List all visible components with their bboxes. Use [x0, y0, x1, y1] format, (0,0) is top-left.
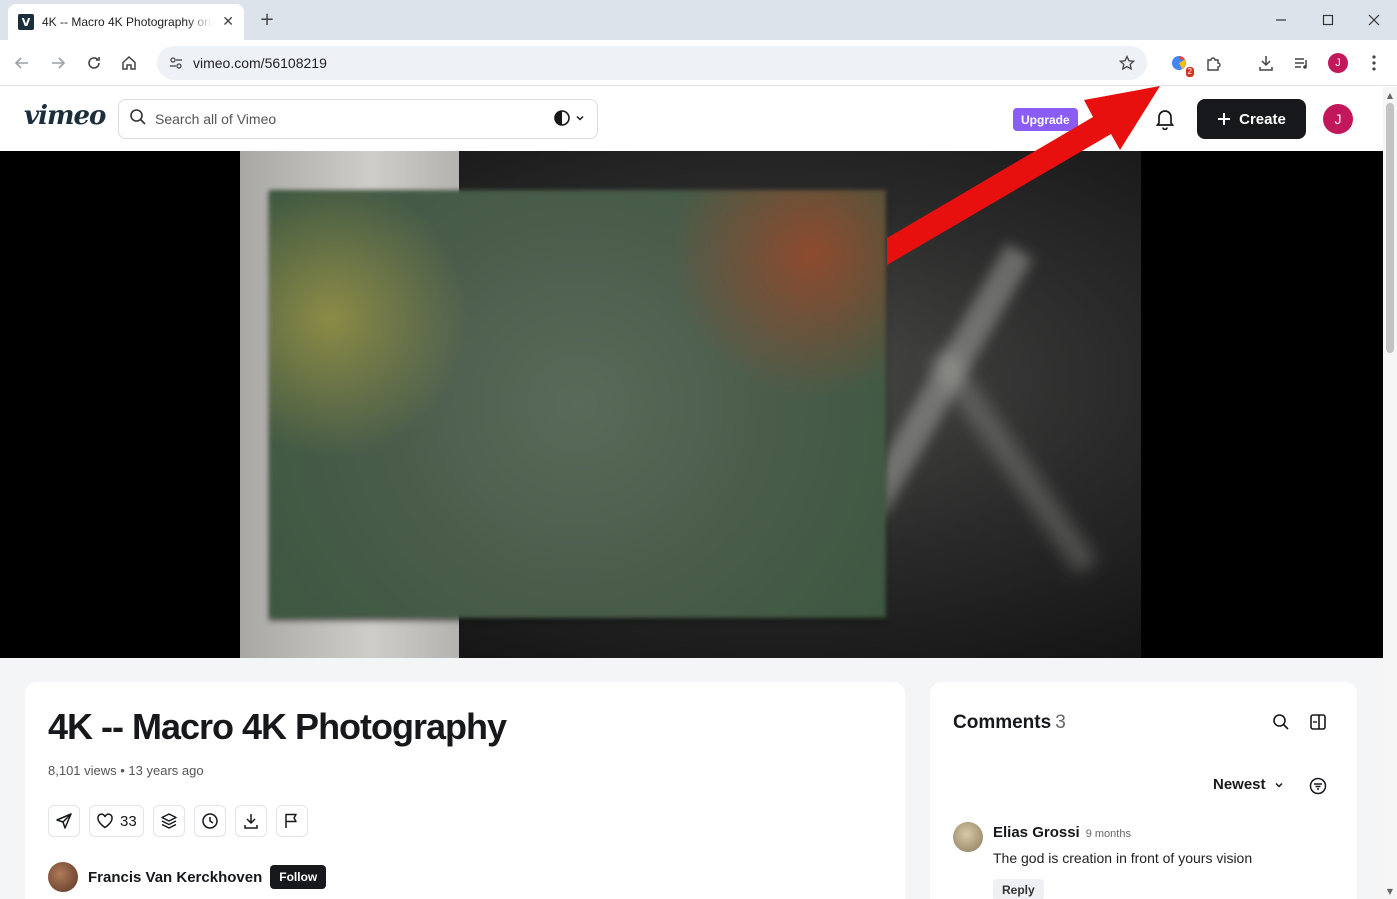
like-button[interactable]: 33 [89, 805, 144, 837]
comments-count: 3 [1055, 712, 1066, 733]
share-button[interactable] [48, 805, 80, 837]
maximize-window-icon[interactable] [1318, 10, 1338, 30]
reply-button[interactable]: Reply [993, 879, 1044, 899]
video-meta: 8,101 views • 13 years ago [48, 763, 204, 778]
add-to-collection-button[interactable] [152, 805, 185, 837]
vimeo-favicon-icon: V [18, 14, 34, 30]
panel-layout-icon[interactable] [1307, 711, 1329, 733]
comment-author[interactable]: Elias Grossi [993, 824, 1080, 841]
search-scope-dropdown[interactable] [553, 109, 585, 127]
comment-time: 9 months [1085, 828, 1131, 840]
author-name[interactable]: Francis Van Kerckhoven [88, 869, 262, 886]
bell-icon[interactable] [1153, 107, 1177, 131]
media-controls-icon[interactable] [1291, 52, 1313, 74]
create-label: Create [1239, 110, 1286, 128]
new-tab-button[interactable]: + [256, 8, 278, 30]
address-bar[interactable]: vimeo.com/56108219 [157, 46, 1147, 80]
plus-icon [1218, 113, 1231, 125]
site-settings-icon[interactable] [165, 52, 187, 74]
scroll-down-arrow-icon[interactable]: ▼ [1385, 886, 1395, 896]
watch-later-button[interactable] [193, 805, 226, 837]
browser-tab[interactable]: V 4K -- Macro 4K Photography on Vimeo ✕ [8, 4, 244, 40]
vimeo-logo[interactable]: vimeo [24, 101, 106, 131]
minimize-window-icon[interactable] [1271, 10, 1291, 30]
comments-heading: Comments 3 [953, 712, 1066, 734]
tab-close-icon[interactable]: ✕ [222, 14, 234, 30]
extensions-puzzle-icon[interactable] [1203, 52, 1225, 74]
download-button[interactable] [234, 805, 267, 837]
commenter-avatar[interactable] [953, 822, 983, 852]
blurred-thumbnail-overlay [269, 190, 886, 618]
send-icon [56, 813, 72, 829]
extension-icon[interactable]: 2 [1168, 52, 1194, 77]
author-avatar[interactable] [48, 862, 78, 892]
video-info-card: 4K -- Macro 4K Photography 8,101 views •… [25, 682, 905, 899]
bookmark-star-icon[interactable] [1117, 53, 1137, 73]
comments-panel: Comments 3 Newest Elias Grossi 9 months Th… [930, 682, 1357, 899]
browser-tab-strip: V 4K -- Macro 4K Photography on Vimeo ✕ … [0, 0, 1397, 40]
user-avatar[interactable]: J [1323, 104, 1353, 134]
report-button[interactable] [275, 805, 308, 837]
video-blurred-streak [927, 347, 1099, 575]
extension-badge: 2 [1185, 67, 1194, 77]
comments-title: Comments [953, 712, 1052, 733]
globe-icon [554, 110, 570, 126]
scroll-up-arrow-icon[interactable]: ▲ [1385, 90, 1395, 100]
reload-icon[interactable] [83, 52, 105, 74]
sort-label: Newest [1213, 776, 1266, 793]
comment-author-line: Elias Grossi 9 months [993, 824, 1131, 841]
home-icon[interactable] [118, 52, 140, 74]
chevron-down-icon [1275, 782, 1283, 788]
upgrade-button[interactable]: Upgrade [1013, 108, 1078, 131]
create-button[interactable]: Create [1197, 99, 1306, 139]
filter-icon[interactable] [1307, 775, 1329, 797]
search-comments-icon[interactable] [1270, 711, 1292, 733]
like-count: 33 [120, 812, 137, 830]
page-scrollbar[interactable]: ▲ ▼ [1383, 87, 1397, 899]
comment-text: The god is creation in front of yours vi… [993, 850, 1253, 866]
video-actions: 33 [48, 805, 308, 837]
layers-icon [160, 813, 177, 829]
heart-icon [97, 813, 113, 829]
video-title: 4K -- Macro 4K Photography [48, 706, 507, 747]
browser-toolbar: vimeo.com/56108219 2 J [0, 40, 1397, 86]
vimeo-header: vimeo Search all of Vimeo Upgrade Create… [0, 87, 1383, 151]
chevron-down-icon [576, 115, 584, 121]
video-author: Francis Van Kerckhoven Follow [48, 862, 327, 892]
browser-profile-avatar[interactable]: J [1327, 52, 1349, 74]
flag-icon [284, 813, 297, 828]
url-text: vimeo.com/56108219 [193, 55, 327, 71]
close-window-icon[interactable] [1364, 10, 1384, 30]
scroll-thumb[interactable] [1386, 103, 1394, 353]
video-player[interactable] [0, 151, 1383, 658]
sort-dropdown[interactable]: Newest [1213, 776, 1284, 793]
download-icon [243, 814, 258, 829]
video-frame[interactable] [240, 151, 1141, 658]
back-arrow-icon[interactable] [11, 52, 33, 74]
follow-button[interactable]: Follow [270, 865, 327, 889]
forward-arrow-icon[interactable] [47, 52, 69, 74]
browser-menu-kebab-icon[interactable] [1363, 52, 1385, 74]
tab-title: 4K -- Macro 4K Photography on Vimeo [42, 15, 212, 29]
downloads-icon[interactable] [1255, 52, 1277, 74]
search-input[interactable]: Search all of Vimeo [118, 99, 598, 139]
clock-icon [201, 813, 218, 829]
search-icon [129, 108, 147, 131]
search-placeholder: Search all of Vimeo [155, 111, 277, 127]
